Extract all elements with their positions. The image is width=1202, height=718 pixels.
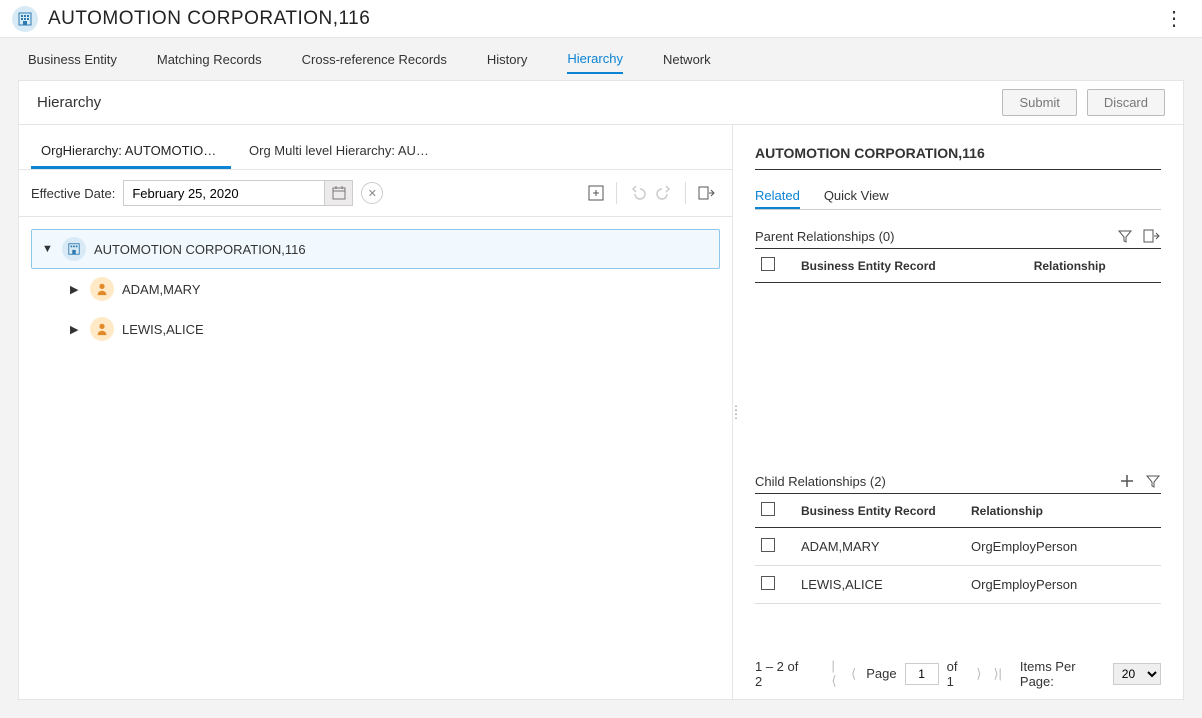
table-row[interactable]: ADAM,MARY OrgEmployPerson [755, 528, 1161, 566]
caret-right-icon[interactable]: ▶ [70, 283, 84, 296]
page-header: Hierarchy Submit Discard [19, 81, 1183, 125]
col-relationship: Relationship [965, 494, 1161, 528]
hierarchy-toolbar: Effective Date: ✕ [19, 170, 732, 217]
page-of-label: of 1 [947, 659, 967, 689]
primary-tabs: Business Entity Matching Records Cross-r… [0, 38, 1202, 80]
effective-date-label: Effective Date: [31, 186, 115, 201]
cell-relationship: OrgEmployPerson [965, 528, 1161, 566]
app-header: AUTOMOTION CORPORATION,116 ⋮ [0, 0, 1202, 38]
details-pane: AUTOMOTION CORPORATION,116 Related Quick… [733, 125, 1183, 699]
tab-related[interactable]: Related [755, 184, 800, 209]
building-icon [62, 237, 86, 261]
tab-hierarchy[interactable]: Hierarchy [567, 45, 623, 74]
select-all-checkbox[interactable] [761, 502, 775, 516]
separator [616, 182, 617, 204]
subtab-org-hierarchy[interactable]: OrgHierarchy: AUTOMOTION CO... [31, 135, 231, 169]
last-page-icon[interactable]: ⟩| [991, 666, 1003, 682]
row-checkbox[interactable] [761, 576, 775, 590]
row-checkbox[interactable] [761, 538, 775, 552]
page-label: Page [866, 666, 896, 681]
cell-record: LEWIS,ALICE [795, 566, 965, 604]
tree-node-label: AUTOMOTION CORPORATION,116 [94, 242, 306, 257]
parent-relationships-table: Business Entity Record Relationship [755, 249, 1161, 283]
export-icon[interactable] [692, 184, 720, 202]
cell-relationship: OrgEmployPerson [965, 566, 1161, 604]
tree-root-node[interactable]: ▼ AUTOMOTION CORPORATION,116 [31, 229, 720, 269]
redo-icon[interactable] [651, 184, 679, 202]
filter-icon[interactable] [1117, 228, 1133, 244]
overflow-menu-icon[interactable]: ⋮ [1158, 6, 1190, 31]
items-per-page-select[interactable]: 20 [1113, 663, 1161, 685]
person-icon [90, 317, 114, 341]
page-range: 1 – 2 of 2 [755, 659, 804, 689]
child-relationships-table: Business Entity Record Relationship ADAM… [755, 494, 1161, 604]
next-page-icon[interactable]: ⟩ [974, 666, 983, 682]
submit-button[interactable]: Submit [1002, 89, 1076, 116]
prev-page-icon[interactable]: ⟨ [849, 666, 858, 682]
select-all-checkbox[interactable] [761, 257, 775, 271]
col-record: Business Entity Record [795, 249, 1028, 283]
export-icon[interactable] [1143, 228, 1161, 244]
hierarchy-tree: ▼ AUTOMOTION CORPORATION,116 ▶ ADAM,MARY [19, 217, 732, 361]
child-section-title: Child Relationships (2) [755, 474, 886, 489]
filter-icon[interactable] [1145, 473, 1161, 489]
col-relationship: Relationship [1028, 249, 1161, 283]
hierarchy-page: Hierarchy Submit Discard OrgHierarchy: A… [18, 80, 1184, 700]
tree-node-label: LEWIS,ALICE [122, 322, 204, 337]
items-per-page-label: Items Per Page: [1020, 659, 1105, 689]
app-title: AUTOMOTION CORPORATION,116 [48, 8, 370, 30]
tab-network[interactable]: Network [663, 46, 711, 73]
tree-child-node[interactable]: ▶ LEWIS,ALICE [59, 309, 720, 349]
tab-history[interactable]: History [487, 46, 527, 73]
undo-icon[interactable] [623, 184, 651, 202]
tab-cross-reference[interactable]: Cross-reference Records [302, 46, 447, 73]
parent-relationships-section: Parent Relationships (0) [755, 228, 1161, 453]
effective-date-field[interactable] [123, 180, 353, 206]
tree-node-label: ADAM,MARY [122, 282, 201, 297]
subtab-org-multilevel[interactable]: Org Multi level Hierarchy: AUTOM... [239, 135, 439, 169]
separator [685, 182, 686, 204]
tab-quick-view[interactable]: Quick View [824, 184, 889, 209]
discard-button[interactable]: Discard [1087, 89, 1165, 116]
tree-child-node[interactable]: ▶ ADAM,MARY [59, 269, 720, 309]
pagination: 1 – 2 of 2 |⟨ ⟨ Page of 1 ⟩ ⟩| Items Per… [755, 648, 1161, 689]
first-page-icon[interactable]: |⟨ [829, 658, 841, 689]
clear-date-icon[interactable]: ✕ [361, 182, 383, 204]
hierarchy-sub-tabs: OrgHierarchy: AUTOMOTION CO... Org Multi… [19, 125, 732, 170]
page-input[interactable] [905, 663, 939, 685]
col-record: Business Entity Record [795, 494, 965, 528]
tab-business-entity[interactable]: Business Entity [28, 46, 117, 73]
cell-record: ADAM,MARY [795, 528, 965, 566]
page-title: Hierarchy [37, 94, 101, 111]
child-relationships-section: Child Relationships (2) [755, 473, 1161, 604]
fit-icon[interactable] [582, 184, 610, 202]
parent-section-title: Parent Relationships (0) [755, 229, 894, 244]
effective-date-input[interactable] [124, 181, 324, 205]
add-icon[interactable] [1119, 473, 1135, 489]
caret-down-icon[interactable]: ▼ [42, 243, 56, 255]
person-icon [90, 277, 114, 301]
building-icon [12, 6, 38, 32]
table-row[interactable]: LEWIS,ALICE OrgEmployPerson [755, 566, 1161, 604]
caret-right-icon[interactable]: ▶ [70, 323, 84, 336]
calendar-icon[interactable] [324, 181, 352, 205]
entity-title: AUTOMOTION CORPORATION,116 [755, 145, 1161, 161]
hierarchy-tree-pane: OrgHierarchy: AUTOMOTION CO... Org Multi… [19, 125, 733, 699]
detail-tabs: Related Quick View [755, 184, 1161, 210]
tab-matching-records[interactable]: Matching Records [157, 46, 262, 73]
pane-resize-handle[interactable]: ⋮⋮ [730, 408, 741, 416]
